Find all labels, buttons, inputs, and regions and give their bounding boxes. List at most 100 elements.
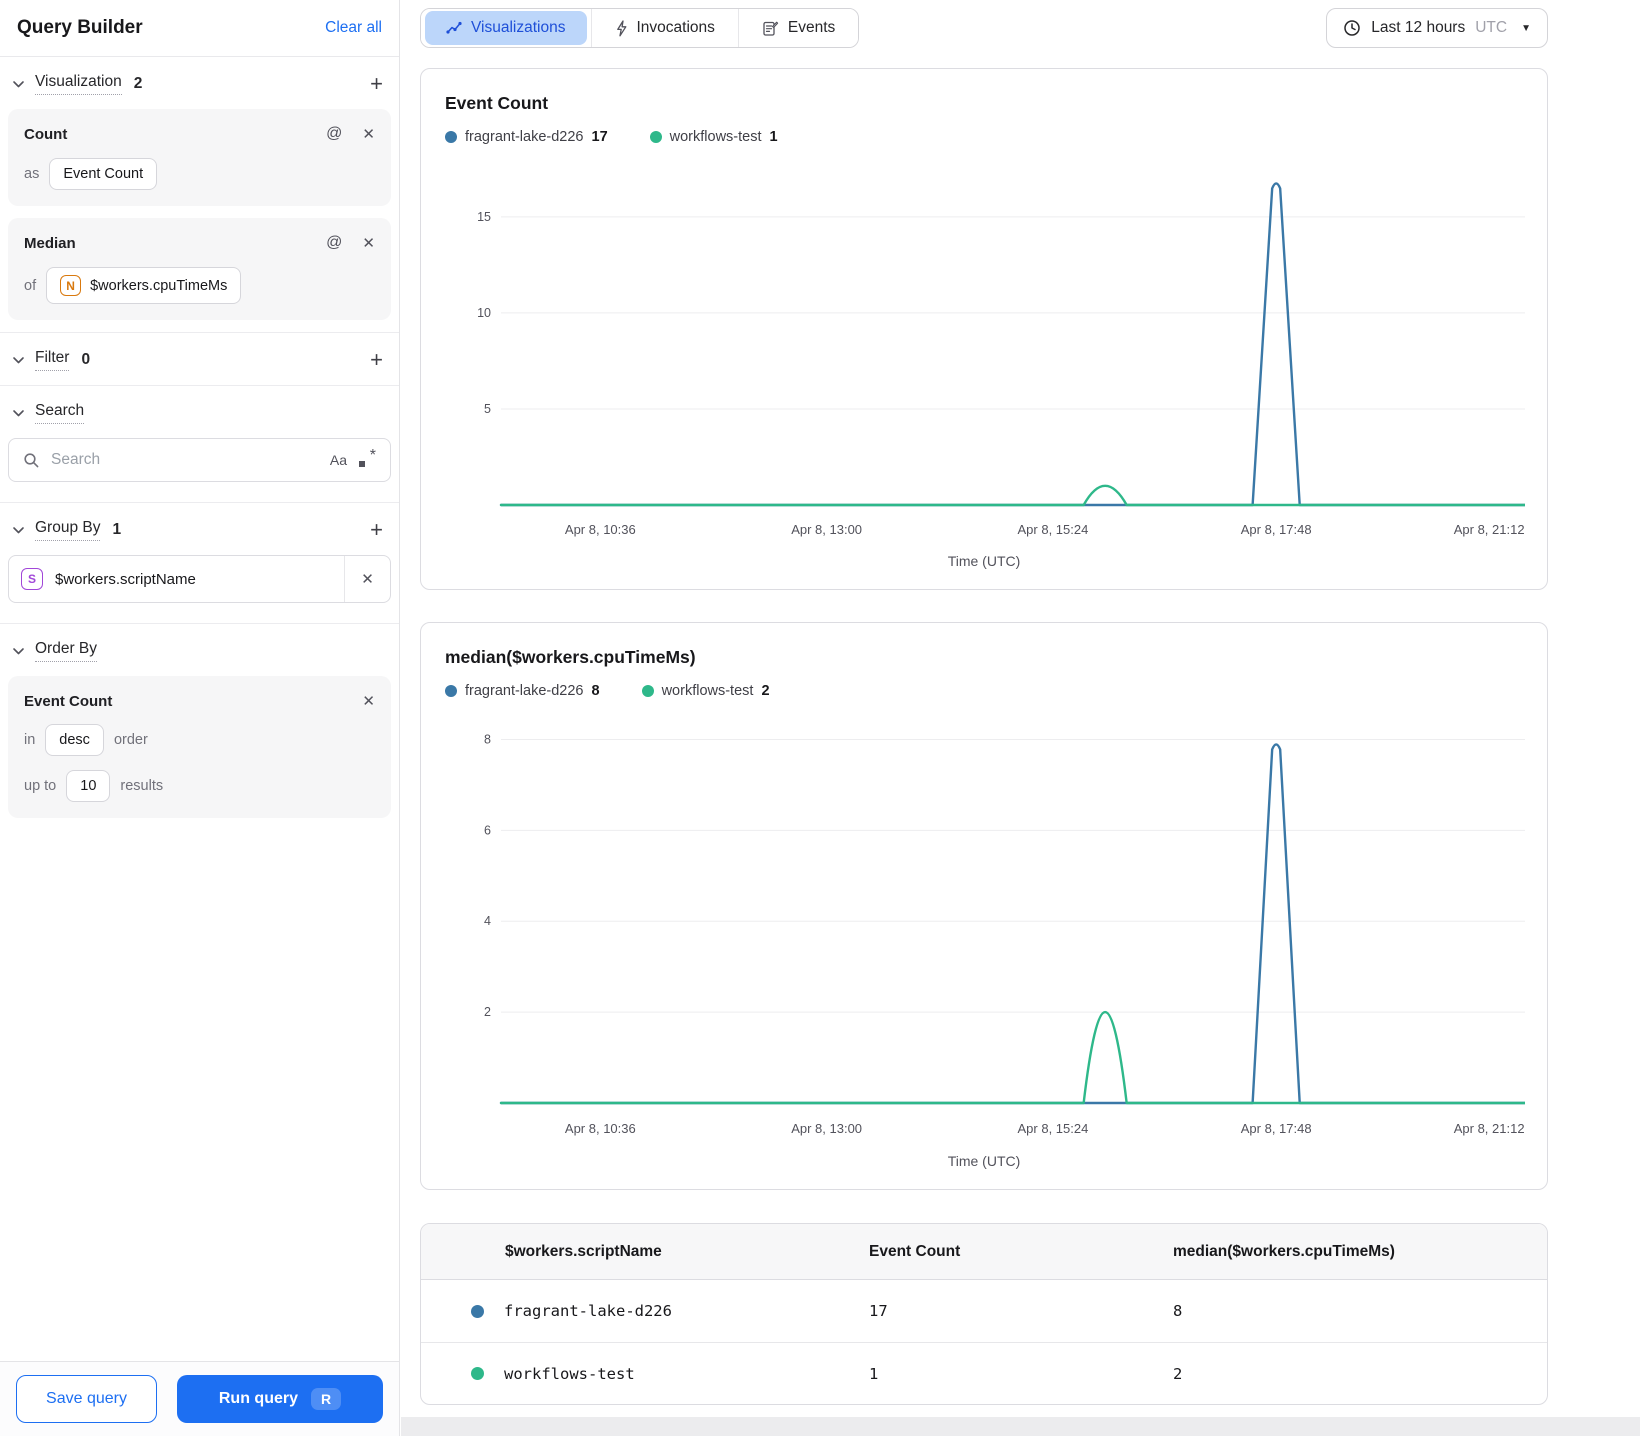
svg-text:Apr 8, 13:00: Apr 8, 13:00 [791, 522, 862, 537]
order-by-card: Event Count ✕ in desc order up to 10 res… [8, 676, 391, 818]
chart-legend: fragrant-lake-d226 17 workflows-test 1 [445, 129, 1523, 145]
run-query-button[interactable]: Run query R [177, 1375, 383, 1423]
svg-text:6: 6 [484, 823, 491, 837]
chevron-down-icon[interactable] [12, 354, 25, 367]
visualization-card-median: Median @ ✕ of N $workers.cpuTimeMs [8, 218, 391, 320]
results-content: Event Count fragrant-lake-d226 17 workfl… [420, 68, 1548, 1405]
chart-line-icon [446, 21, 462, 35]
table-row[interactable]: fragrant-lake-d226 17 8 [421, 1280, 1547, 1342]
results-toolbar: Visualizations Invocations Events Last 1… [420, 8, 1548, 48]
x-axis-title: Time (UTC) [947, 553, 1021, 569]
column-event-count: Event Count [869, 1242, 961, 1260]
svg-text:Apr 8, 21:12: Apr 8, 21:12 [1454, 1121, 1525, 1136]
observability-query-page: Query Builder Clear all Visualization 2 … [0, 0, 1640, 1436]
section-group-by: Group By 1 + [0, 503, 399, 555]
query-builder-body: Visualization 2 + Count @ ✕ as Event Cou… [0, 57, 399, 1361]
chevron-down-icon[interactable] [12, 645, 25, 658]
svg-text:Apr 8, 10:36: Apr 8, 10:36 [565, 1121, 636, 1136]
page-title: Query Builder [17, 17, 143, 38]
order-label: order [113, 732, 148, 748]
legend-item-workflows-test[interactable]: workflows-test 1 [649, 129, 778, 145]
tab-label: Events [787, 19, 836, 36]
view-tabs: Visualizations Invocations Events [420, 8, 860, 48]
add-filter-button[interactable]: + [370, 349, 383, 371]
mention-icon[interactable]: @ [326, 125, 342, 143]
in-label: in [24, 732, 36, 748]
tab-visualizations[interactable]: Visualizations [421, 9, 591, 47]
add-group-by-button[interactable]: + [370, 519, 383, 541]
visualization-section-title: Visualization [35, 73, 122, 95]
section-search: Search [0, 386, 399, 438]
table-row[interactable]: workflows-test 1 2 [421, 1342, 1547, 1404]
of-label: of [24, 277, 37, 294]
median-field-selector[interactable]: N $workers.cpuTimeMs [46, 267, 242, 304]
search-icon [24, 452, 39, 467]
svg-text:4: 4 [484, 914, 491, 928]
add-visualization-button[interactable]: + [370, 73, 383, 95]
tab-events[interactable]: Events [737, 9, 859, 47]
event-note-icon [762, 20, 779, 37]
mention-icon[interactable]: @ [326, 234, 342, 252]
query-builder-panel: Query Builder Clear all Visualization 2 … [0, 0, 400, 1436]
results-table: $workers.scriptName Event Count median($… [420, 1223, 1548, 1405]
number-type-badge: N [60, 275, 82, 296]
column-script-name: $workers.scriptName [505, 1242, 662, 1260]
tab-invocations[interactable]: Invocations [590, 9, 738, 47]
event-count-chart-card: Event Count fragrant-lake-d226 17 workfl… [420, 68, 1548, 590]
group-by-count: 1 [112, 521, 122, 538]
query-actions-bar: Save query Run query R [0, 1361, 399, 1436]
time-range-value: Last 12 hours [1371, 19, 1466, 36]
close-icon[interactable]: ✕ [362, 692, 375, 710]
legend-item-fragrant-lake[interactable]: fragrant-lake-d226 17 [445, 129, 608, 145]
series-dot [471, 1304, 484, 1318]
close-icon[interactable]: ✕ [362, 125, 375, 143]
x-axis-title: Time (UTC) [947, 1153, 1021, 1169]
run-query-label: Run query [218, 1390, 298, 1407]
series-dot [641, 685, 654, 697]
median-cpu-chart[interactable]: 2 4 6 8 Apr 8, 10:36 Apr 8, 13:00 Apr 8, 15:24… [445, 709, 1525, 1147]
regex-icon[interactable]: * [358, 447, 376, 469]
svg-text:Apr 8, 15:24: Apr 8, 15:24 [1018, 1121, 1089, 1136]
result-limit-field[interactable]: 10 [66, 770, 111, 802]
visualization-count: 2 [133, 75, 143, 92]
svg-text:Apr 8, 15:24: Apr 8, 15:24 [1018, 522, 1089, 537]
group-by-item[interactable]: S $workers.scriptName ✕ [8, 555, 391, 603]
sort-direction-select[interactable]: desc [45, 724, 104, 756]
chevron-down-icon[interactable] [12, 78, 25, 91]
run-shortcut-badge: R [311, 1388, 342, 1410]
svg-text:2: 2 [484, 1005, 491, 1019]
chart-legend: fragrant-lake-d226 8 workflows-test 2 [445, 683, 1523, 699]
remove-group-by-zone[interactable]: ✕ [344, 556, 390, 602]
chevron-down-icon: ▼ [1521, 22, 1531, 34]
event-count-chart[interactable]: 5 10 15 Apr 8, 10:36 Apr 8, 13:00 Apr 8, 15:2… [445, 155, 1525, 547]
as-label: as [24, 166, 40, 182]
search-input[interactable] [51, 451, 319, 469]
chevron-down-icon[interactable] [12, 524, 25, 537]
close-icon[interactable]: ✕ [361, 570, 374, 588]
median-field-value: $workers.cpuTimeMs [90, 277, 228, 294]
results-panel: Visualizations Invocations Events Last 1… [401, 0, 1640, 1436]
query-builder-header: Query Builder Clear all [0, 0, 399, 57]
search-box: Aa * [8, 438, 391, 482]
legend-item-workflows-test[interactable]: workflows-test 2 [641, 683, 770, 699]
section-order-by: Order By [0, 624, 399, 676]
chart-title: Event Count [445, 93, 549, 113]
svg-text:Apr 8, 13:00: Apr 8, 13:00 [791, 1121, 862, 1136]
clear-all-button[interactable]: Clear all [325, 19, 382, 37]
svg-text:Apr 8, 21:12: Apr 8, 21:12 [1454, 522, 1525, 537]
svg-text:10: 10 [477, 306, 491, 320]
close-icon[interactable]: ✕ [362, 234, 375, 252]
group-by-field: $workers.scriptName [55, 570, 196, 588]
time-range-select[interactable]: Last 12 hours UTC ▼ [1326, 8, 1548, 48]
save-query-button[interactable]: Save query [16, 1375, 157, 1423]
chevron-down-icon[interactable] [12, 407, 25, 420]
lightning-bolt-icon [615, 19, 628, 37]
svg-text:15: 15 [477, 210, 491, 224]
search-section-title: Search [35, 402, 85, 424]
match-case-icon[interactable]: Aa [330, 452, 347, 468]
event-count-alias-field[interactable]: Event Count [49, 158, 158, 190]
legend-item-fragrant-lake[interactable]: fragrant-lake-d226 8 [445, 683, 600, 699]
svg-text:Apr 8, 17:48: Apr 8, 17:48 [1241, 1121, 1312, 1136]
up-to-label: up to [24, 778, 57, 794]
timezone-label: UTC [1475, 19, 1508, 36]
